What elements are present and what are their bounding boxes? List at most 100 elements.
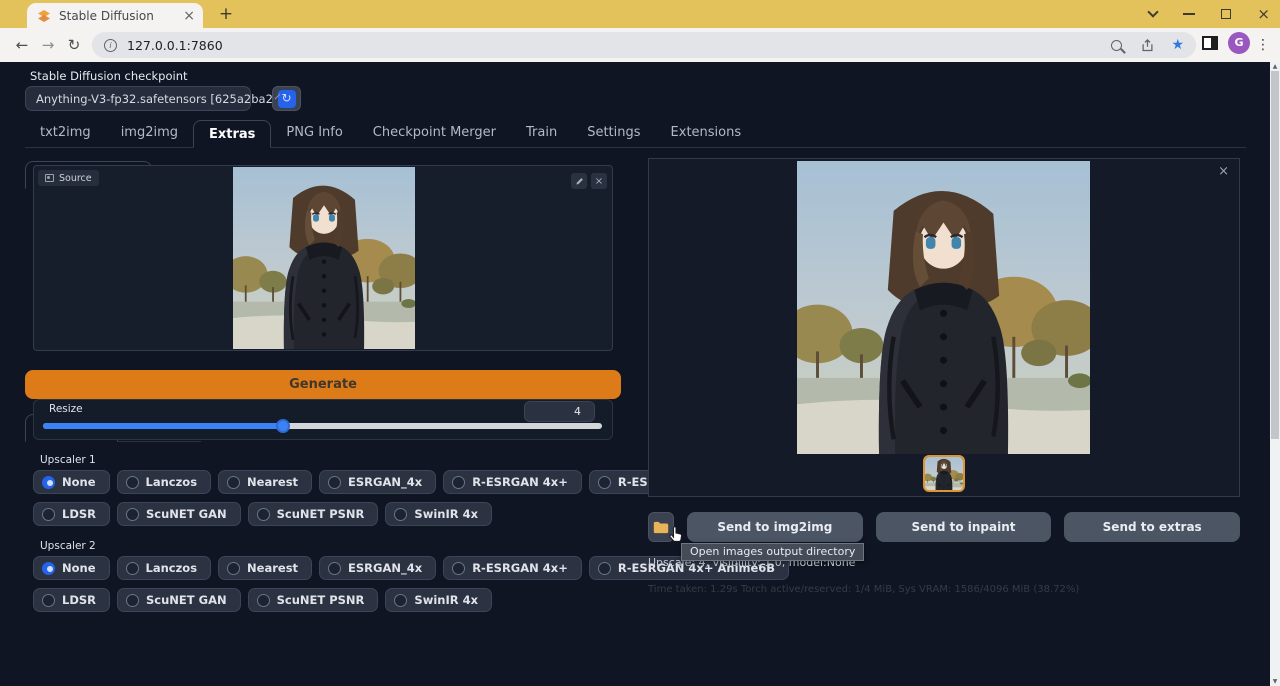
upscaler2-option-lanczos[interactable]: Lanczos [117, 556, 212, 580]
tab-close-icon[interactable]: × [183, 8, 195, 24]
source-image-dropzone[interactable]: Source × [33, 165, 613, 351]
upscaler1-options-row2: LDSR ScuNET GAN ScuNET PSNR SwinIR 4x [33, 502, 645, 526]
upscaler1-option-scunet-gan[interactable]: ScuNET GAN [117, 502, 241, 526]
checkpoint-dropdown[interactable]: Anything-V3-fp32.safetensors [625a2ba2] [25, 86, 251, 111]
new-tab-button[interactable]: + [216, 5, 236, 25]
tab-extras[interactable]: Extras [193, 120, 271, 148]
scrollbar-thumb[interactable] [1271, 71, 1279, 439]
upscaler1-option-none[interactable]: None [33, 470, 110, 494]
tab-search-chevron-icon[interactable] [1148, 6, 1159, 17]
scroll-up-icon[interactable]: ▲ [1270, 63, 1280, 70]
tab-settings[interactable]: Settings [572, 119, 655, 147]
refresh-checkpoints-button[interactable]: ↻ [272, 86, 301, 111]
upscaler1-option-ldsr[interactable]: LDSR [33, 502, 110, 526]
window-close-icon[interactable]: × [1257, 7, 1270, 22]
radio-selected-icon [42, 476, 55, 489]
source-chip: Source [38, 170, 99, 186]
checkpoint-value: Anything-V3-fp32.safetensors [625a2ba2] [36, 92, 277, 106]
window-controls: × [1149, 0, 1270, 28]
main-tab-bar: txt2img img2img Extras PNG Info Checkpoi… [25, 119, 1246, 148]
upscaler1-option-scunet-psnr[interactable]: ScuNET PSNR [248, 502, 379, 526]
restore-icon[interactable] [1221, 9, 1231, 19]
slider-handle[interactable] [276, 419, 290, 433]
upscaler1-options-row1: None Lanczos Nearest ESRGAN_4x R-ESRGAN … [33, 470, 645, 494]
browser-titlebar: Stable Diffusion × + × [0, 0, 1280, 28]
stable-diffusion-favicon-icon [37, 9, 51, 23]
upscaler2-options-row1: None Lanczos Nearest ESRGAN_4x R-ESRGAN … [33, 556, 645, 580]
side-panel-icon[interactable] [1202, 36, 1218, 50]
result-image[interactable] [797, 161, 1090, 454]
back-icon[interactable]: ← [10, 33, 34, 57]
zoom-icon[interactable] [1111, 40, 1122, 51]
tab-extensions[interactable]: Extensions [656, 119, 757, 147]
radio-icon [598, 562, 611, 575]
radio-icon [257, 508, 270, 521]
upscaler2-option-swinir-4x[interactable]: SwinIR 4x [385, 588, 492, 612]
extras-left-column: Single Image Batch Process Batch from Di… [25, 160, 645, 612]
browser-tab[interactable]: Stable Diffusion × [27, 3, 203, 28]
radio-icon [126, 476, 139, 489]
tab-checkpoint-merger[interactable]: Checkpoint Merger [358, 119, 511, 147]
radio-icon [394, 508, 407, 521]
upscaler1-option-nearest[interactable]: Nearest [218, 470, 312, 494]
result-thumbnail[interactable] [923, 455, 965, 492]
tab-title: Stable Diffusion [59, 9, 183, 23]
upscaler2-option-r-esrgan-4x[interactable]: R-ESRGAN 4x+ [443, 556, 582, 580]
browser-menu-icon[interactable]: ⋮ [1256, 33, 1270, 57]
tab-png-info[interactable]: PNG Info [271, 119, 357, 147]
pencil-icon [575, 177, 584, 186]
generate-button[interactable]: Generate [25, 370, 621, 399]
minimize-icon[interactable] [1183, 13, 1195, 15]
upscaler1-option-esrgan-4x[interactable]: ESRGAN_4x [319, 470, 436, 494]
tab-img2img[interactable]: img2img [106, 119, 193, 147]
radio-icon [598, 476, 611, 489]
upscaler2-option-nearest[interactable]: Nearest [218, 556, 312, 580]
gallery-close-icon[interactable]: × [1218, 164, 1229, 179]
browser-window: Stable Diffusion × + × ← → ↻ i 127.0.0.1… [0, 0, 1280, 686]
resize-panel: Resize 4 [33, 399, 613, 440]
address-bar[interactable]: i 127.0.0.1:7860 ★ [92, 32, 1196, 58]
radio-selected-icon [42, 562, 55, 575]
send-to-extras-button[interactable]: Send to extras [1064, 512, 1240, 542]
upscaler2-option-scunet-psnr[interactable]: ScuNET PSNR [248, 588, 379, 612]
radio-icon [227, 562, 240, 575]
upscaler2-options-row2: LDSR ScuNET GAN ScuNET PSNR SwinIR 4x [33, 588, 645, 612]
radio-icon [328, 476, 341, 489]
resize-value-input[interactable]: 4 [524, 401, 595, 422]
radio-icon [42, 594, 55, 607]
browser-toolbar: ← → ↻ i 127.0.0.1:7860 ★ G ⋮ [0, 28, 1280, 62]
edit-image-button[interactable] [571, 173, 587, 189]
source-label: Source [59, 173, 92, 184]
upscaler2-option-ldsr[interactable]: LDSR [33, 588, 110, 612]
scroll-down-icon[interactable]: ▼ [1270, 678, 1280, 685]
refresh-icon: ↻ [278, 90, 296, 108]
forward-icon[interactable]: → [36, 33, 60, 57]
clear-image-button[interactable]: × [591, 173, 607, 189]
tab-train[interactable]: Train [511, 119, 572, 147]
page-scrollbar[interactable]: ▲ ▼ [1270, 62, 1280, 686]
upscaler2-option-esrgan-4x[interactable]: ESRGAN_4x [319, 556, 436, 580]
profile-avatar[interactable]: G [1228, 32, 1250, 54]
url-text[interactable]: 127.0.0.1:7860 [127, 38, 1111, 53]
radio-icon [126, 594, 139, 607]
upscaler1-option-swinir-4x[interactable]: SwinIR 4x [385, 502, 492, 526]
bookmark-star-icon[interactable]: ★ [1171, 37, 1184, 53]
tab-txt2img[interactable]: txt2img [25, 119, 106, 147]
result-gallery: × [648, 158, 1240, 497]
radio-icon [394, 594, 407, 607]
radio-icon [126, 562, 139, 575]
upscaler2-label: Upscaler 2 [40, 540, 645, 552]
image-icon [45, 174, 54, 182]
upscaler1-option-lanczos[interactable]: Lanczos [117, 470, 212, 494]
upscaler1-option-r-esrgan-4x[interactable]: R-ESRGAN 4x+ [443, 470, 582, 494]
upscaler2-option-scunet-gan[interactable]: ScuNET GAN [117, 588, 241, 612]
send-to-inpaint-button[interactable]: Send to inpaint [876, 512, 1052, 542]
upscaler2-option-none[interactable]: None [33, 556, 110, 580]
radio-icon [257, 594, 270, 607]
site-info-icon[interactable]: i [104, 39, 117, 52]
share-icon[interactable] [1140, 38, 1155, 53]
reload-icon[interactable]: ↻ [62, 33, 86, 57]
send-to-img2img-button[interactable]: Send to img2img [687, 512, 863, 542]
resize-slider[interactable] [43, 423, 602, 429]
slider-fill [43, 423, 283, 429]
